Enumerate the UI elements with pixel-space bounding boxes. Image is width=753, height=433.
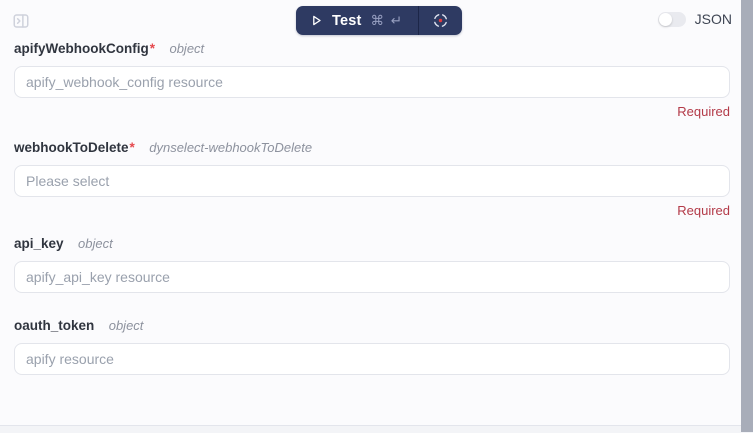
test-shortcut-hint: ⌘ ↵ <box>370 12 404 28</box>
test-button[interactable]: Test ⌘ ↵ <box>296 6 418 35</box>
field-type-label: object <box>78 236 113 251</box>
field-label-row: api_key object <box>14 235 730 252</box>
field-type-label: dynselect-webhookToDelete <box>149 140 313 155</box>
field-label-row: apifyWebhookConfig* object <box>14 40 730 57</box>
required-error: Required <box>677 203 730 218</box>
vertical-scrollbar[interactable] <box>741 0 753 432</box>
field-name-label: apifyWebhookConfig <box>14 41 149 56</box>
connection-form-panel: Test ⌘ ↵ JSON apifyWebhookConfig* object… <box>0 0 753 433</box>
required-asterisk: * <box>149 41 156 56</box>
webhookToDelete-select[interactable] <box>14 165 730 197</box>
oauth_token-input[interactable] <box>14 343 730 375</box>
field-oauth_token: oauth_token object <box>14 317 730 375</box>
json-toggle-switch[interactable] <box>657 11 686 27</box>
json-toggle-group: JSON <box>657 11 732 27</box>
field-type-label: object <box>108 318 144 333</box>
field-name-label: webhookToDelete <box>14 140 129 155</box>
required-error: Required <box>677 104 730 119</box>
test-button-group: Test ⌘ ↵ <box>296 6 462 35</box>
capture-button[interactable] <box>419 6 462 35</box>
play-icon <box>310 14 323 27</box>
field-label-row: webhookToDelete* dynselect-webhookToDele… <box>14 139 730 156</box>
field-label-row: oauth_token object <box>14 317 730 334</box>
json-toggle-label: JSON <box>694 11 732 27</box>
field-webhookToDelete: webhookToDelete* dynselect-webhookToDele… <box>14 139 730 218</box>
collapse-panel-button[interactable] <box>12 12 30 30</box>
field-name-label: api_key <box>14 236 64 251</box>
field-api_key: api_key object <box>14 235 730 293</box>
required-asterisk: * <box>129 140 135 155</box>
collapse-panel-icon <box>12 12 30 30</box>
field-type-label: object <box>169 41 205 56</box>
apifyWebhookConfig-input[interactable] <box>14 66 730 98</box>
api_key-input[interactable] <box>14 261 730 293</box>
field-name-label: oauth_token <box>14 318 95 333</box>
toggle-knob <box>658 12 672 26</box>
focus-target-icon <box>432 12 449 29</box>
test-button-label: Test <box>332 12 362 29</box>
field-apifyWebhookConfig: apifyWebhookConfig* object Required <box>14 40 730 119</box>
